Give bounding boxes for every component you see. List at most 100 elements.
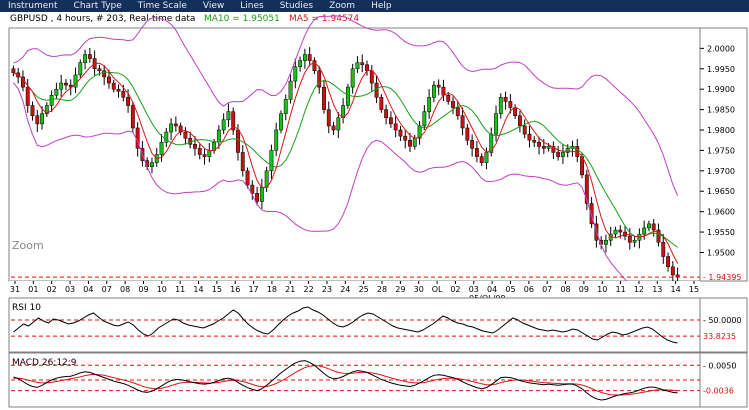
candle-body[interactable] [651,223,656,231]
candle-body[interactable] [460,115,465,129]
candle-body[interactable] [503,97,508,102]
candle-body[interactable] [207,150,212,157]
candle-body[interactable] [355,62,360,70]
candle-body[interactable] [666,256,670,268]
candle-body[interactable] [54,88,59,96]
candle-body[interactable] [345,86,350,106]
candle-body[interactable] [216,129,221,143]
candle-body[interactable] [326,109,331,127]
candle-body[interactable] [369,70,374,84]
candle-body[interactable] [240,152,245,172]
candle-body[interactable] [470,139,475,149]
candle-body[interactable] [508,101,513,108]
candle-body[interactable] [159,142,164,155]
candle-body[interactable] [259,186,264,202]
candle-body[interactable] [30,105,35,116]
candle-body[interactable] [197,148,202,155]
candle-body[interactable] [647,223,651,229]
candle-body[interactable] [431,84,436,98]
candle-body[interactable] [188,137,193,145]
candle-body[interactable] [264,170,269,188]
candle-body[interactable] [279,113,283,131]
candle-body[interactable] [49,95,54,106]
candle-body[interactable] [360,62,365,65]
candle-body[interactable] [642,227,647,235]
candle-body[interactable] [388,117,393,125]
candle-body[interactable] [126,97,130,106]
candle-body[interactable] [336,117,341,131]
candle-body[interactable] [494,113,498,135]
candle-body[interactable] [169,123,174,133]
candle-body[interactable] [221,119,226,131]
candle-body[interactable] [561,152,565,157]
candle-body[interactable] [245,170,250,186]
candle-body[interactable] [173,123,178,127]
menu-instrument[interactable]: Instrument [0,0,66,12]
candle-body[interactable] [446,95,451,102]
candle-body[interactable] [474,148,479,157]
candle-body[interactable] [269,150,274,172]
candle-body[interactable] [83,54,87,63]
candle-body[interactable] [40,113,44,125]
candle-body[interactable] [441,86,446,96]
candle-body[interactable] [365,64,369,72]
candle-body[interactable] [331,125,336,131]
candle-body[interactable] [298,60,303,67]
candle-body[interactable] [236,129,240,153]
menu-time-scale[interactable]: Time Scale [130,0,195,12]
candle-body[interactable] [302,54,307,61]
candle-body[interactable] [379,97,384,110]
candle-body[interactable] [293,66,298,82]
candle-body[interactable] [422,111,427,127]
candle-body[interactable] [341,105,346,119]
candle-body[interactable] [556,152,561,157]
candle-body[interactable] [116,88,121,92]
candle-body[interactable] [283,99,288,114]
candle-body[interactable] [522,125,527,135]
menu-chart-type[interactable]: Chart Type [66,0,130,12]
candle-body[interactable] [618,229,623,233]
candle-body[interactable] [374,82,379,98]
candle-body[interactable] [479,156,484,163]
candle-body[interactable] [274,129,279,151]
candle-body[interactable] [384,109,389,119]
candle-body[interactable] [541,146,546,149]
candle-body[interactable] [322,86,326,110]
candle-body[interactable] [307,54,312,61]
candle-body[interactable] [670,266,675,276]
candle-body[interactable] [35,115,40,125]
chart-area[interactable]: GBPUSD , 4 hours, # 203, Real-time data … [0,12,749,410]
candle-body[interactable] [11,68,16,74]
candle-body[interactable] [627,235,632,243]
candle-body[interactable] [393,123,398,131]
candle-body[interactable] [107,76,111,84]
candle-body[interactable] [64,82,68,86]
candle-body[interactable] [226,111,231,121]
candle-body[interactable] [537,142,541,147]
candle-body[interactable] [632,239,637,243]
candle-body[interactable] [111,82,116,90]
candle-body[interactable] [130,105,135,129]
candle-body[interactable] [193,144,197,149]
candle-body[interactable] [25,86,30,106]
candle-body[interactable] [513,107,518,116]
candle-body[interactable] [465,127,470,141]
candle-body[interactable] [59,82,64,90]
candle-body[interactable] [498,97,503,114]
candle-body[interactable] [78,62,83,76]
candle-body[interactable] [517,115,522,127]
candle-body[interactable] [613,229,618,235]
menu-lines[interactable]: Lines [232,0,271,12]
candle-body[interactable] [427,97,432,112]
candle-body[interactable] [350,68,355,88]
menu-help[interactable]: Help [363,0,400,12]
candle-body[interactable] [255,193,260,202]
candle-body[interactable] [532,139,537,143]
candle-body[interactable] [398,129,403,137]
candle-body[interactable] [527,133,532,141]
candle-body[interactable] [121,90,126,98]
candle-body[interactable] [661,242,666,257]
candle-body[interactable] [97,68,102,72]
candle-body[interactable] [87,54,92,59]
menu-studies[interactable]: Studies [272,0,321,12]
